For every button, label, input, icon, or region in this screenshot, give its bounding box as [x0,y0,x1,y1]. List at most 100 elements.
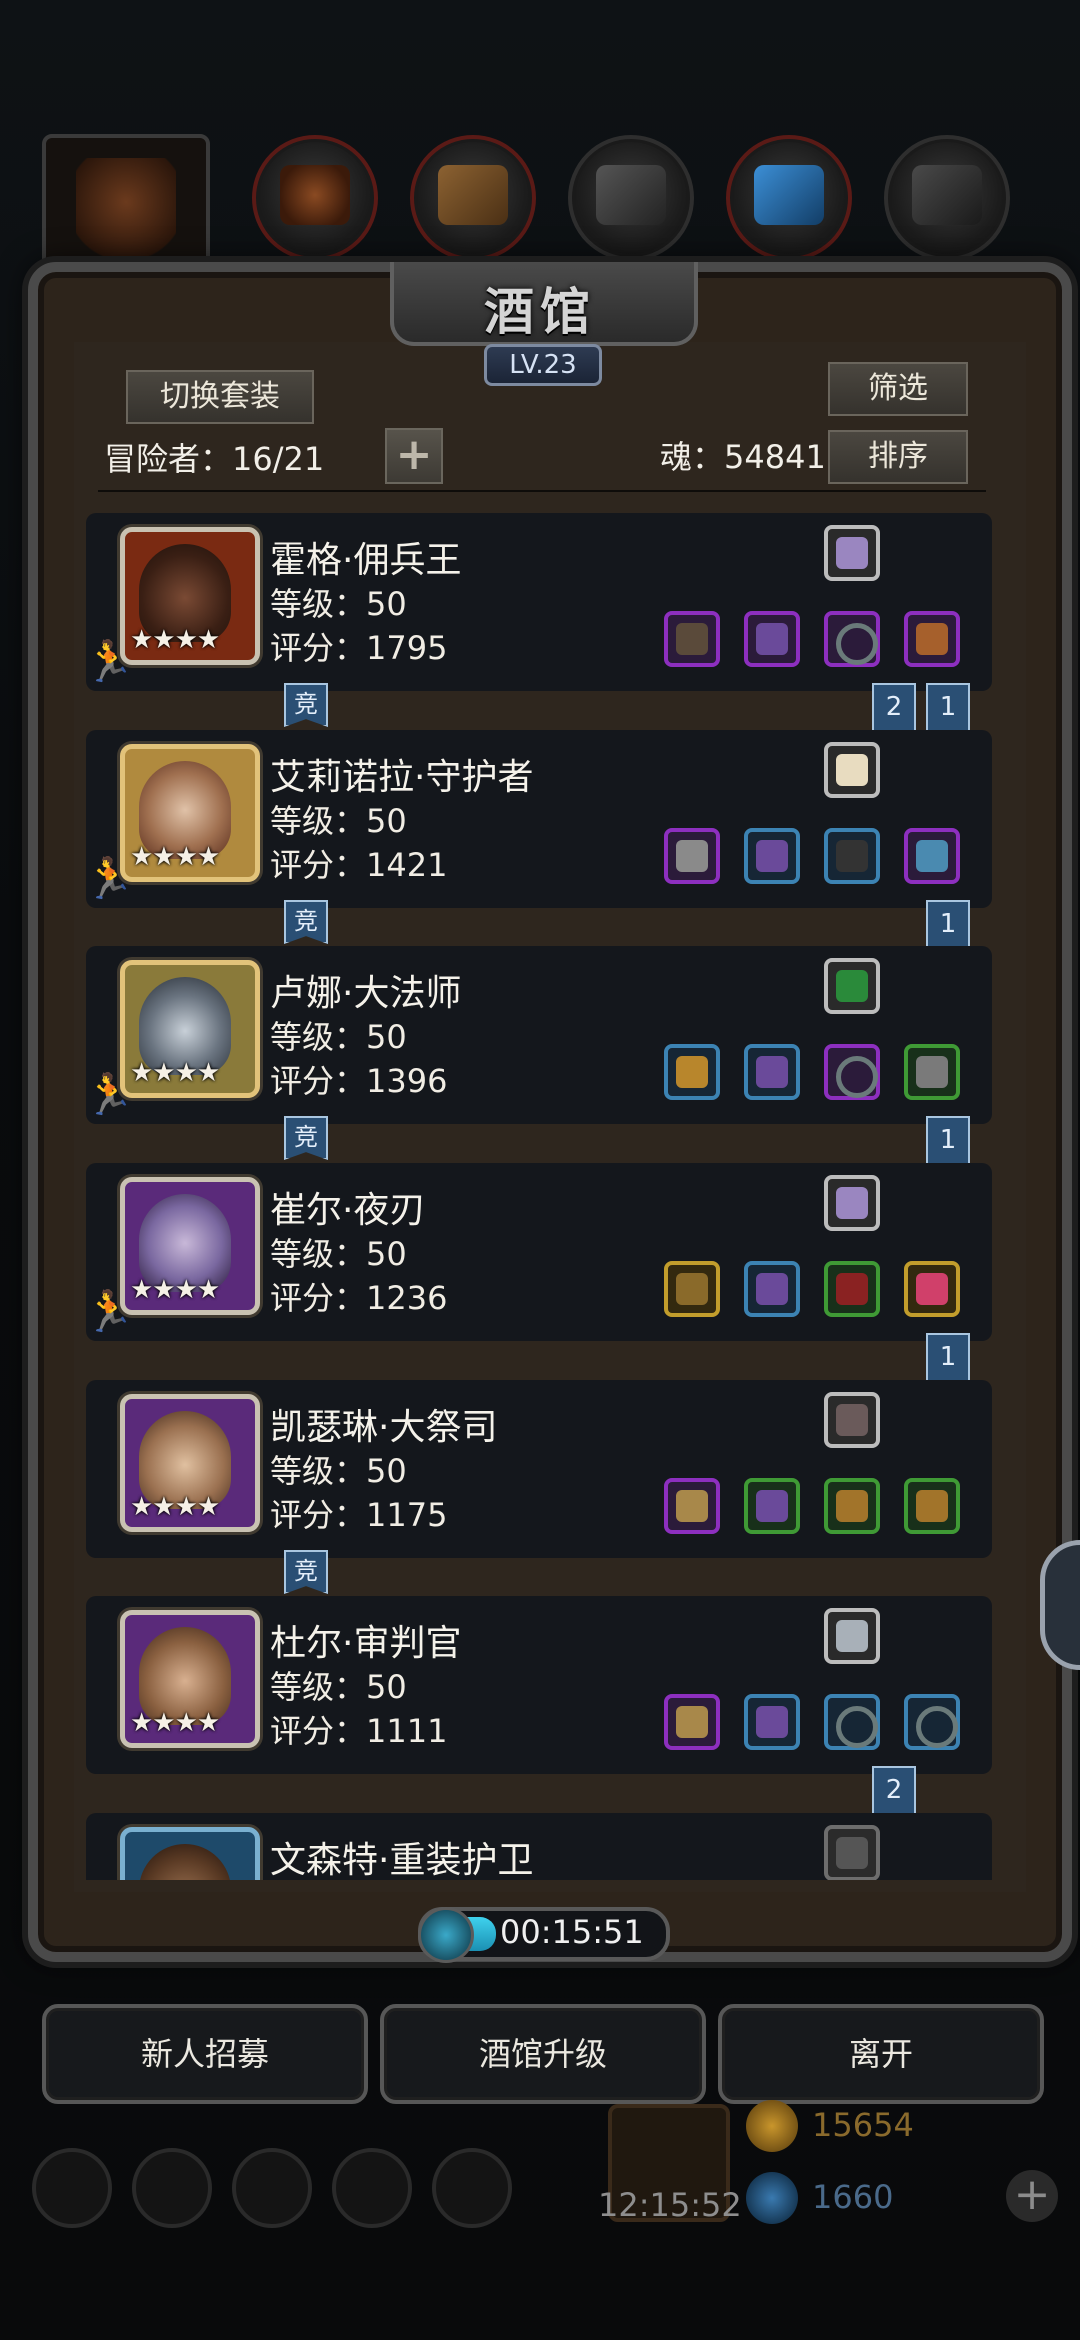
equip-slot-accessory[interactable] [904,1261,960,1317]
hero-stars: ★★★★ [130,1492,220,1522]
adventurer-count: 冒险者：16/21 [104,440,325,478]
gem-icon [836,537,868,569]
ore-icon [912,165,982,225]
skill-slot[interactable] [824,1392,880,1448]
skill-slot[interactable] [824,742,880,798]
equip-slot-ring[interactable] [824,1694,880,1750]
side-menu-handle[interactable] [1040,1540,1080,1670]
hero-score: 评分：1396 [270,1062,448,1100]
hero-level: 等级：50 [270,1018,407,1056]
equip-slot-weapon[interactable] [664,1044,720,1100]
arena-badge: 竞 [284,1550,328,1594]
equip-slot-ring[interactable] [824,611,880,667]
equip-slot-weapon[interactable] [664,1261,720,1317]
equip-slot-weapon[interactable] [664,828,720,884]
axe-icon [676,623,708,655]
sword-icon [676,840,708,872]
category-tab-crystal[interactable] [726,135,852,261]
hero-card[interactable]: 文森特·重装护卫 [86,1813,992,1880]
category-tab-ore[interactable] [884,135,1010,261]
skill-slot[interactable] [824,958,880,1014]
timer-icon [418,1907,474,1963]
hero-stars: ★★★★ [130,842,220,872]
equip-slot-accessory[interactable] [904,1044,960,1100]
equip-slot-armor[interactable] [744,828,800,884]
equip-slot-weapon[interactable] [664,1694,720,1750]
fire-icon [76,158,176,268]
chest-armor-icon [836,1490,868,1522]
filter-button[interactable]: 筛选 [828,362,968,416]
equip-slot-weapon[interactable] [664,1478,720,1534]
hero-card[interactable]: ★★★★ 凯瑟琳·大祭司 等级：50 评分：1175 [86,1380,992,1558]
sort-button[interactable]: 排序 [828,430,968,484]
equip-slot-armor[interactable] [744,1694,800,1750]
leave-button[interactable]: 离开 [718,2004,1044,2104]
hero-portrait[interactable] [120,1827,260,1880]
equip-slot-ring[interactable] [824,1261,880,1317]
ring-icon [916,1706,958,1748]
equip-slot-accessory[interactable] [904,1694,960,1750]
equip-slot-armor[interactable] [744,611,800,667]
switch-outfit-button[interactable]: 切换套装 [126,370,314,424]
equip-slot-armor[interactable] [744,1478,800,1534]
mail-icon[interactable] [332,2148,412,2228]
hero-idle-icon: 🏃 [86,1072,134,1118]
ring-icon [836,1706,878,1748]
hero-stars: ★★★★ [130,1058,220,1088]
equip-slot-armor[interactable] [744,1044,800,1100]
timer-value: 00:15:51 [500,1913,644,1951]
pendant-icon [916,1273,948,1305]
hero-card[interactable]: ★★★★ 🏃 卢娜·大法师 等级：50 评分：1396 [86,946,992,1124]
scroll-icon [916,623,948,655]
hero-card[interactable]: ★★★★ 🏃 艾莉诺拉·守护者 等级：50 评分：1421 [86,730,992,908]
add-resource-button[interactable]: + [1006,2170,1058,2222]
category-tab-iron[interactable] [568,135,694,261]
hero-list[interactable]: ★★★★ 🏃 霍格·佣兵王 等级：50 评分：1795 竞 2 1 ★★★★ 🏃… [86,508,992,1880]
category-tab-meat[interactable] [252,135,378,261]
hero-level: 等级：50 [270,1668,407,1706]
recruit-timer: 00:15:51 [418,1907,670,1963]
rune-icon [836,970,868,1002]
hero-card[interactable]: ★★★★ 🏃 霍格·佣兵王 等级：50 评分：1795 [86,513,992,691]
hero-stars: ★★★★ [130,625,220,655]
settings-icon[interactable] [32,2148,112,2228]
category-tab-wood[interactable] [410,135,536,261]
gold-coin-icon [746,2100,798,2152]
equip-slot-ring[interactable] [824,1478,880,1534]
hero-score: 评分：1795 [270,629,448,667]
hero-score: 评分：1421 [270,846,448,884]
hero-card[interactable]: ★★★★ 杜尔·审判官 等级：50 评分：1111 [86,1596,992,1774]
helmet-icon [756,623,788,655]
equip-slot-ring[interactable] [824,1044,880,1100]
recruit-button[interactable]: 新人招募 [42,2004,368,2104]
quest-icon[interactable] [132,2148,212,2228]
gem-counter: 1660 [746,2172,1046,2224]
castle-icon[interactable] [232,2148,312,2228]
equip-slot-armor[interactable] [744,1261,800,1317]
equip-slot-ring[interactable] [824,828,880,884]
game-clock: 12:15:52 [598,2186,742,2224]
meat-icon [280,165,350,225]
hero-name: 卢娜·大法师 [270,973,462,1014]
equip-slot-weapon[interactable] [664,611,720,667]
equip-slot-accessory[interactable] [904,611,960,667]
gauntlet-icon [916,1056,948,1088]
skill-slot[interactable] [824,1608,880,1664]
feather-icon [836,1404,868,1436]
helmet-icon [756,1273,788,1305]
equip-slot-accessory[interactable] [904,1478,960,1534]
divider [98,490,986,492]
crystal-icon [754,165,824,225]
hero-card[interactable]: ★★★★ 🏃 崔尔·夜刃 等级：50 评分：1236 [86,1163,992,1341]
upgrade-tavern-button[interactable]: 酒馆升级 [380,2004,706,2104]
hero-name: 崔尔·夜刃 [270,1190,426,1231]
equip-slot-accessory[interactable] [904,828,960,884]
battle-icon[interactable] [432,2148,512,2228]
hero-level: 等级：50 [270,1452,407,1490]
hero-idle-icon: 🏃 [86,1289,134,1335]
add-adventurer-slot-button[interactable]: + [385,428,443,484]
skill-slot[interactable] [824,525,880,581]
hero-name: 杜尔·审判官 [270,1623,462,1664]
skill-slot[interactable] [824,1825,880,1880]
skill-slot[interactable] [824,1175,880,1231]
